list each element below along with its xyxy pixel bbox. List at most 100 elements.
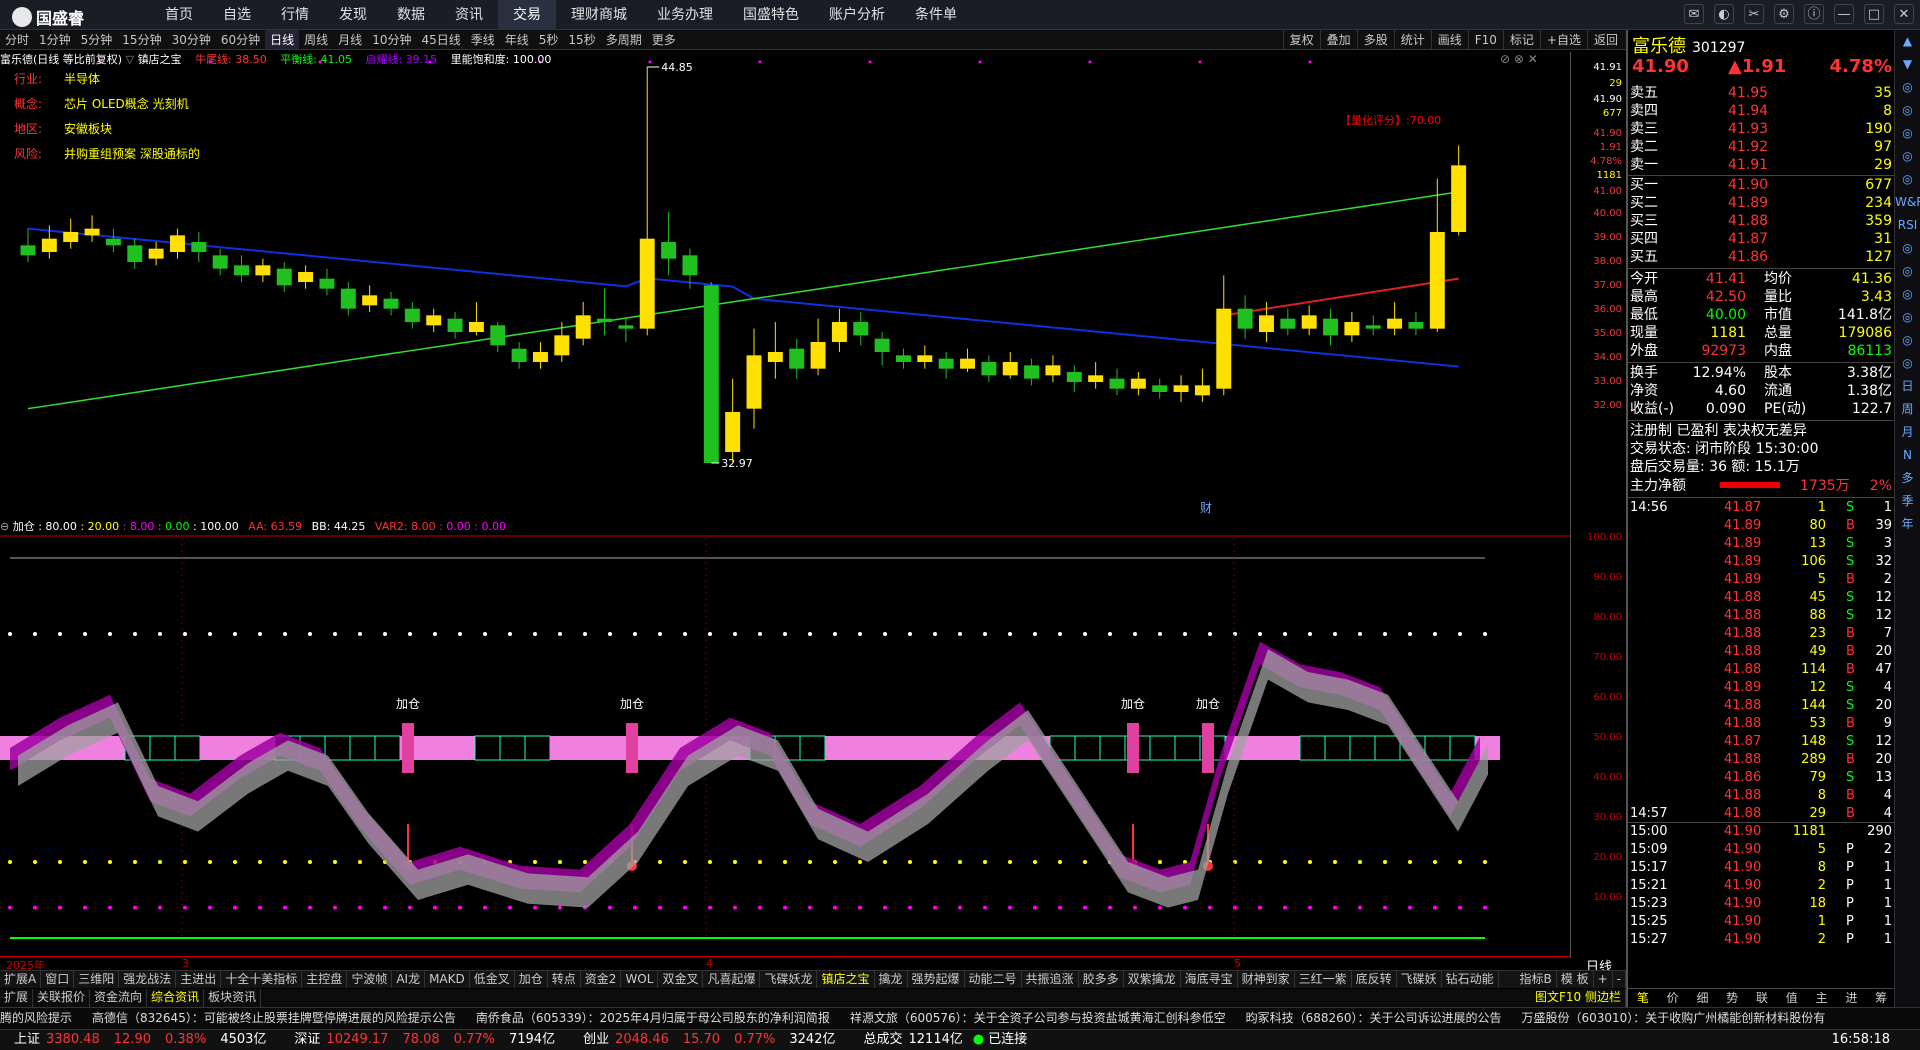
sidebar-btn[interactable]: ◎ bbox=[1895, 329, 1920, 352]
menu-item-4[interactable]: 数据 bbox=[382, 0, 440, 30]
sidebar-btn[interactable]: 周 bbox=[1895, 398, 1920, 421]
toolbar-3[interactable]: 统计 bbox=[1393, 30, 1431, 50]
indicator-tab[interactable]: 主控盘 bbox=[302, 971, 348, 988]
minimize-icon[interactable]: — bbox=[1834, 4, 1854, 24]
indicator-tab[interactable]: AI龙 bbox=[392, 971, 426, 988]
period-5[interactable]: 60分钟 bbox=[216, 30, 265, 49]
ask-row[interactable]: 卖一 41.91 29 bbox=[1628, 156, 1896, 174]
panel-tab[interactable]: 势 bbox=[1717, 989, 1747, 1006]
bid-row[interactable]: 买三 41.88 359 bbox=[1628, 212, 1896, 230]
indicator-tab[interactable]: 动能二号 bbox=[965, 971, 1022, 988]
period-9[interactable]: 10分钟 bbox=[367, 30, 416, 49]
panel-tab[interactable]: 进 bbox=[1836, 989, 1866, 1006]
sidebar-btn[interactable]: W&R bbox=[1895, 191, 1920, 214]
news-item[interactable]: 高德信（832645）：可能被终止股票挂牌暨停牌进展的风险提示公告 bbox=[92, 1011, 456, 1025]
menu-item-5[interactable]: 资讯 bbox=[440, 0, 498, 30]
indicator-tab[interactable]: 擒龙 bbox=[875, 971, 908, 988]
info-tab[interactable]: 关联报价 bbox=[33, 989, 91, 1007]
sidebar-btn[interactable]: ◎ bbox=[1895, 237, 1920, 260]
sidebar-btn[interactable]: ▲ bbox=[1895, 30, 1920, 53]
bid-row[interactable]: 买五 41.86 127 bbox=[1628, 248, 1896, 266]
index-name[interactable]: 深证 bbox=[294, 1030, 320, 1050]
toolbar-6[interactable]: 标记 bbox=[1502, 30, 1540, 50]
toolbar-4[interactable]: 画线 bbox=[1430, 30, 1468, 50]
sidebar-btn[interactable]: 月 bbox=[1895, 421, 1920, 444]
indicator-tab[interactable]: 凡喜起爆 bbox=[703, 971, 761, 988]
skin-icon[interactable]: ◐ bbox=[1714, 4, 1734, 24]
panel-tab[interactable]: 联 bbox=[1747, 989, 1777, 1006]
tabs1-right-btn[interactable]: 指标B bbox=[1516, 971, 1557, 988]
period-10[interactable]: 45日线 bbox=[416, 30, 465, 49]
indicator-tab[interactable]: 宁波帧 bbox=[347, 971, 393, 988]
toolbar-2[interactable]: 多股 bbox=[1356, 30, 1394, 50]
f10-sidebar-btn[interactable]: 图文F10 侧边栏 bbox=[1531, 989, 1626, 1007]
menu-item-8[interactable]: 业务办理 bbox=[642, 0, 728, 30]
sidebar-btn[interactable]: ◎ bbox=[1895, 145, 1920, 168]
period-12[interactable]: 年线 bbox=[500, 30, 534, 49]
close-icon[interactable]: ✕ bbox=[1894, 4, 1914, 24]
info-tab[interactable]: 板块资讯 bbox=[204, 989, 262, 1007]
indicator-tab[interactable]: MAKD bbox=[425, 971, 470, 988]
news-item[interactable]: 南侨食品（605339）：2025年4月归属于母公司股东的净利润简报 bbox=[476, 1011, 830, 1025]
indicator-tab[interactable]: 主进出 bbox=[176, 971, 222, 988]
period-3[interactable]: 15分钟 bbox=[117, 30, 166, 49]
info-tab[interactable]: 资金流向 bbox=[90, 989, 148, 1007]
indicator-name[interactable]: 镇店之宝 bbox=[138, 53, 182, 66]
panel-tab[interactable]: 值 bbox=[1777, 989, 1807, 1006]
menu-item-11[interactable]: 条件单 bbox=[900, 0, 972, 30]
indicator-tab[interactable]: WOL bbox=[621, 971, 659, 988]
period-14[interactable]: 15秒 bbox=[563, 30, 600, 49]
indicator-tab[interactable]: 强势起爆 bbox=[908, 971, 965, 988]
sidebar-btn[interactable]: 季 bbox=[1895, 490, 1920, 513]
settings-icon[interactable]: ⚙ bbox=[1774, 4, 1794, 24]
menu-item-9[interactable]: 国盛特色 bbox=[728, 0, 814, 30]
kline-chart[interactable]: 44.8532.97【量化评分】:70.00财 bbox=[0, 52, 1570, 522]
period-2[interactable]: 5分钟 bbox=[76, 30, 118, 49]
ask-row[interactable]: 卖四 41.94 8 bbox=[1628, 102, 1896, 120]
sidebar-btn[interactable]: 年 bbox=[1895, 513, 1920, 536]
indicator-tab[interactable]: 三维阳 bbox=[74, 971, 120, 988]
message-icon[interactable]: ✉ bbox=[1684, 4, 1704, 24]
indicator-chart[interactable]: 加仓 加仓 加仓 加仓 bbox=[0, 518, 1570, 958]
menu-item-3[interactable]: 发现 bbox=[324, 0, 382, 30]
sidebar-btn[interactable]: ◎ bbox=[1895, 99, 1920, 122]
news-item[interactable]: 万盛股份（603010）：关于收购广州橘能创新材料股份有 bbox=[1521, 1011, 1825, 1025]
panel-tab[interactable]: 细 bbox=[1688, 989, 1718, 1006]
tabs1-right-btn[interactable]: 模 板 bbox=[1557, 971, 1594, 988]
period-4[interactable]: 30分钟 bbox=[167, 30, 216, 49]
menu-item-10[interactable]: 账户分析 bbox=[814, 0, 900, 30]
period-8[interactable]: 月线 bbox=[333, 30, 367, 49]
sidebar-btn[interactable]: ◎ bbox=[1895, 168, 1920, 191]
news-item[interactable]: 腾的风险提示 bbox=[0, 1011, 72, 1025]
sidebar-btn[interactable]: ◎ bbox=[1895, 352, 1920, 375]
toolbar-7[interactable]: +自选 bbox=[1539, 30, 1587, 50]
sidebar-btn[interactable]: ◎ bbox=[1895, 76, 1920, 99]
toolbar-8[interactable]: 返回 bbox=[1586, 30, 1624, 50]
indicator-tab[interactable]: 加仓 bbox=[515, 971, 548, 988]
sidebar-btn[interactable]: ◎ bbox=[1895, 283, 1920, 306]
indicator-tab[interactable]: 转点 bbox=[548, 971, 581, 988]
menu-item-1[interactable]: 自选 bbox=[208, 0, 266, 30]
toolbar-1[interactable]: 叠加 bbox=[1319, 30, 1357, 50]
tools-icon[interactable]: ✂ bbox=[1744, 4, 1764, 24]
indicator-tab[interactable]: 资金2 bbox=[581, 971, 622, 988]
menu-item-0[interactable]: 首页 bbox=[150, 0, 208, 30]
indicator-tab[interactable]: 双金叉 bbox=[658, 971, 704, 988]
panel-tab[interactable]: 主 bbox=[1807, 989, 1837, 1006]
period-11[interactable]: 季线 bbox=[466, 30, 500, 49]
indicator-tab[interactable]: 海底寻宝 bbox=[1181, 971, 1238, 988]
tabs1-right-btn[interactable]: - bbox=[1613, 971, 1626, 988]
ask-row[interactable]: 卖三 41.93 190 bbox=[1628, 120, 1896, 138]
sidebar-btn[interactable]: ◎ bbox=[1895, 306, 1920, 329]
tabs1-right-btn[interactable]: + bbox=[1594, 971, 1613, 988]
toolbar-5[interactable]: F10 bbox=[1467, 30, 1503, 50]
panel-tab[interactable]: 筹 bbox=[1866, 989, 1896, 1006]
menu-item-6[interactable]: 交易 bbox=[498, 0, 556, 30]
indicator-tab[interactable]: 飞碟妖龙 bbox=[760, 971, 818, 988]
sidebar-btn[interactable]: ◎ bbox=[1895, 122, 1920, 145]
period-13[interactable]: 5秒 bbox=[534, 30, 564, 49]
collapse-icon[interactable]: ⊖ bbox=[0, 520, 13, 533]
indicator-tab[interactable]: 扩展A bbox=[0, 971, 42, 988]
toolbar-0[interactable]: 复权 bbox=[1282, 30, 1320, 50]
index-name[interactable]: 上证 bbox=[14, 1030, 40, 1050]
